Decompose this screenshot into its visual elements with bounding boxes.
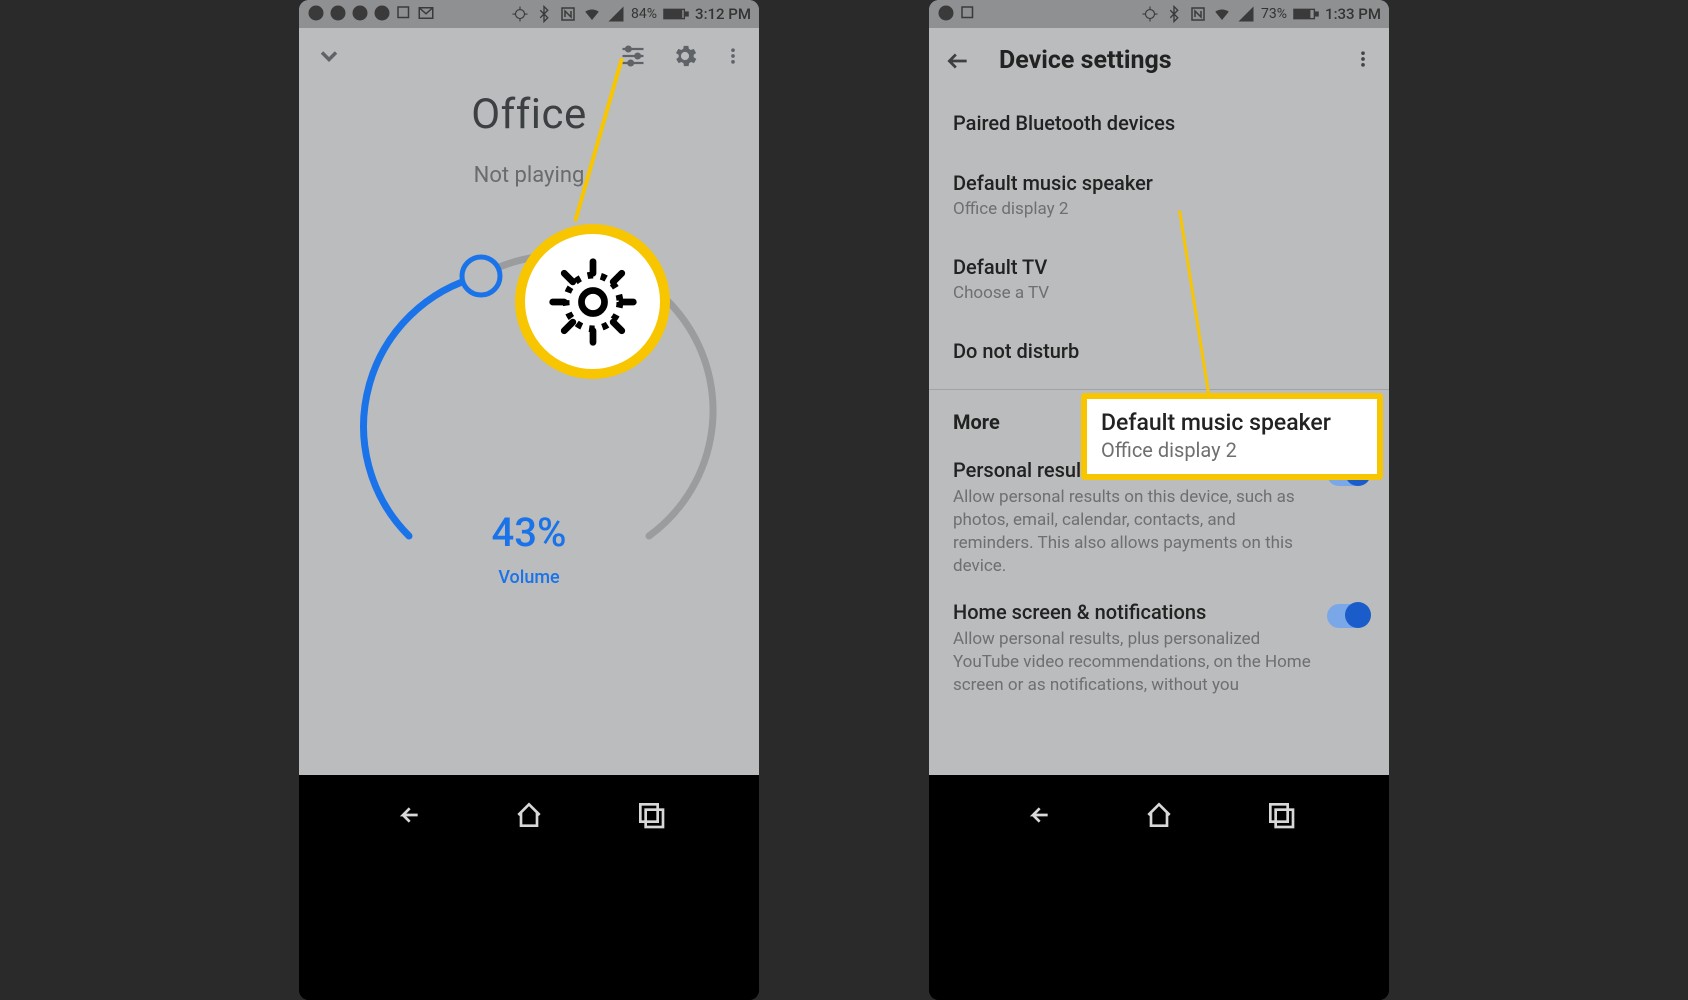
nfc-icon xyxy=(1189,5,1207,23)
back-arrow-icon[interactable] xyxy=(945,48,971,74)
location-icon xyxy=(1141,5,1159,23)
callout-title: Default music speaker xyxy=(1101,409,1363,436)
volume-percent: 43% xyxy=(349,509,709,556)
setting-title: Paired Bluetooth devices xyxy=(953,111,1365,135)
equalizer-icon[interactable] xyxy=(619,42,647,70)
callout-gear-highlight xyxy=(515,224,670,379)
phone-right: 73% 1:33 PM Device settings Paired Bluet… xyxy=(929,0,1389,1000)
gmail-icon xyxy=(417,4,435,22)
setting-title: Do not disturb xyxy=(953,339,1365,363)
divider xyxy=(929,389,1389,390)
signal-icon xyxy=(607,5,625,23)
toggle-switch[interactable] xyxy=(1327,604,1369,628)
notif-icon xyxy=(351,4,369,22)
volume-label: Volume xyxy=(349,567,709,588)
phone-left: 84% 3:12 PM Office Not playing xyxy=(299,0,759,1000)
notif-icon xyxy=(937,4,955,22)
setting-description: Allow personal results on this device, s… xyxy=(953,486,1311,578)
signal-icon xyxy=(1237,5,1255,23)
battery-percent: 73% xyxy=(1261,6,1287,22)
status-bar: 84% 3:12 PM xyxy=(299,0,759,28)
app-bar: Device settings xyxy=(929,28,1389,89)
wifi-icon xyxy=(583,5,601,23)
page-title: Device settings xyxy=(999,46,1172,75)
setting-default-speaker[interactable]: Default music speaker Office display 2 xyxy=(929,153,1389,237)
device-name: Office xyxy=(299,90,759,139)
battery-icon xyxy=(663,5,689,23)
callout-speaker-highlight: Default music speaker Office display 2 xyxy=(1081,393,1383,480)
clock: 3:12 PM xyxy=(695,5,751,23)
setting-title: Home screen & notifications xyxy=(953,600,1311,624)
statusbar-notif-icons xyxy=(307,4,435,22)
statusbar-notif-icons xyxy=(937,4,977,22)
setting-paired-bluetooth[interactable]: Paired Bluetooth devices xyxy=(929,93,1389,153)
callout-subtitle: Office display 2 xyxy=(1101,438,1363,462)
bluetooth-icon xyxy=(1165,5,1183,23)
setting-subtitle: Office display 2 xyxy=(953,199,1365,219)
notif-icon xyxy=(307,4,325,22)
setting-description: Allow personal results, plus personalize… xyxy=(953,628,1311,697)
status-bar: 73% 1:33 PM xyxy=(929,0,1389,28)
notif-icon xyxy=(329,4,347,22)
setting-title: Default music speaker xyxy=(953,171,1365,195)
gear-icon[interactable] xyxy=(671,42,699,70)
setting-home-notifications[interactable]: Home screen & notifications Allow person… xyxy=(929,586,1389,705)
app-bar xyxy=(299,28,759,84)
recents-nav-icon[interactable] xyxy=(635,799,667,831)
home-nav-icon[interactable] xyxy=(1143,799,1175,831)
rect-icon xyxy=(395,4,413,22)
setting-subtitle: Choose a TV xyxy=(953,283,1365,303)
overflow-icon[interactable] xyxy=(1353,49,1373,73)
battery-icon xyxy=(1293,5,1319,23)
wifi-icon xyxy=(1213,5,1231,23)
nfc-icon xyxy=(559,5,577,23)
device-settings-screen: 73% 1:33 PM Device settings Paired Bluet… xyxy=(929,0,1389,775)
overflow-icon[interactable] xyxy=(723,42,743,70)
setting-title: Default TV xyxy=(953,255,1365,279)
rect-icon xyxy=(959,4,977,22)
chevron-down-icon[interactable] xyxy=(315,42,343,70)
bluetooth-icon xyxy=(535,5,553,23)
android-nav-bar xyxy=(299,775,759,1000)
messenger-icon xyxy=(373,4,391,22)
now-playing-status: Not playing xyxy=(299,163,759,188)
location-icon xyxy=(511,5,529,23)
home-app-screen: 84% 3:12 PM Office Not playing xyxy=(299,0,759,775)
clock: 1:33 PM xyxy=(1325,5,1381,23)
back-nav-icon[interactable] xyxy=(391,799,423,831)
android-nav-bar xyxy=(929,775,1389,1000)
setting-default-tv[interactable]: Default TV Choose a TV xyxy=(929,237,1389,321)
recents-nav-icon[interactable] xyxy=(1265,799,1297,831)
back-nav-icon[interactable] xyxy=(1021,799,1053,831)
setting-dnd[interactable]: Do not disturb xyxy=(929,321,1389,381)
home-nav-icon[interactable] xyxy=(513,799,545,831)
battery-percent: 84% xyxy=(631,6,657,22)
